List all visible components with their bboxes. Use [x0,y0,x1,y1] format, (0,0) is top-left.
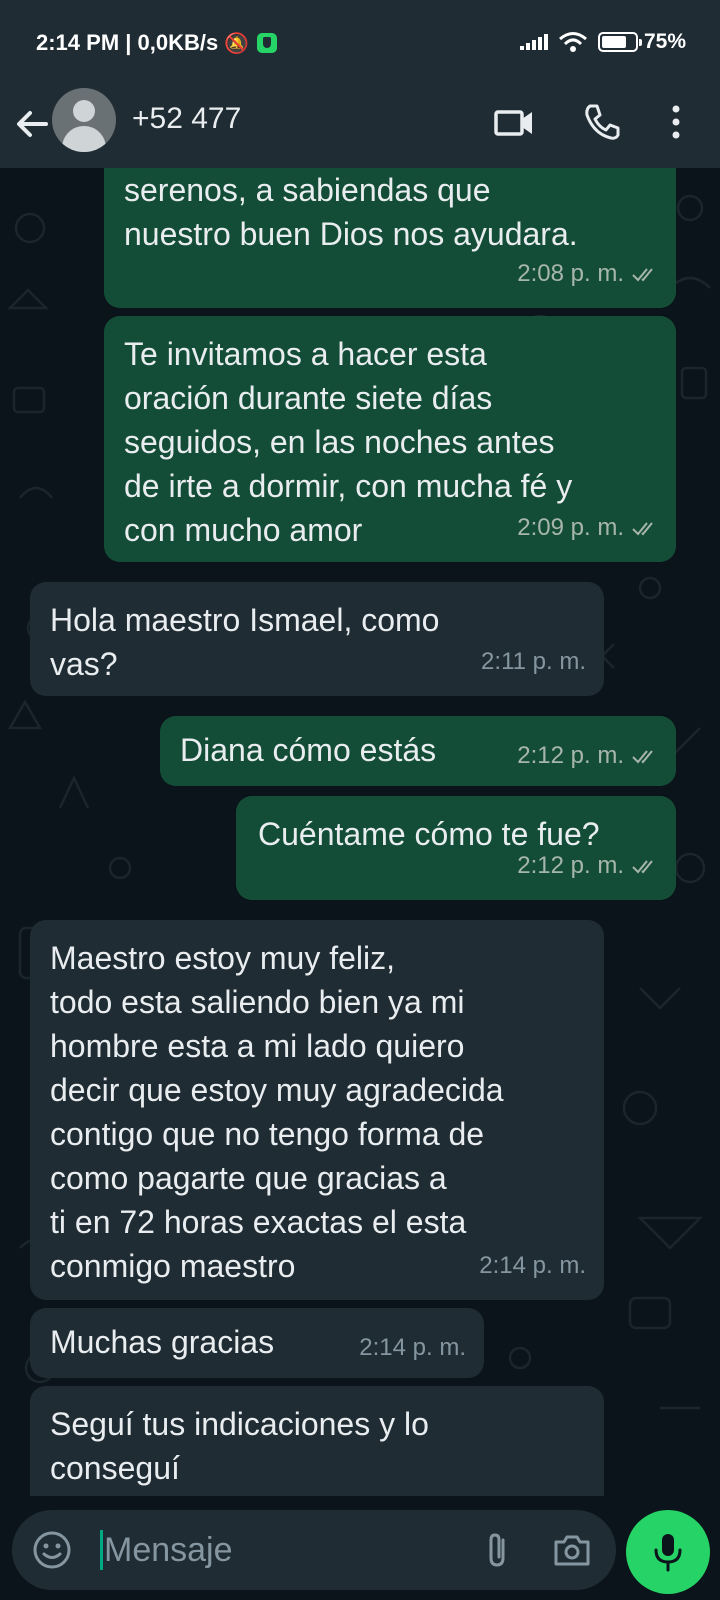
message-time: 2:11 p. m. [481,648,586,675]
message-time: 2:14 p. m. [359,1334,466,1361]
avatar[interactable] [52,88,116,152]
message-time: 2:12 p. m. [517,852,624,879]
message-bubble-outgoing[interactable]: Cuéntame cómo te fue? 2:12 p. m. [236,796,676,900]
shield-icon [257,33,278,53]
status-bar: 2:14 PM | 0,0KB/s 🔕 75% [0,0,720,88]
message-meta: 2:08 p. m. [517,252,658,296]
double-check-icon [632,860,653,874]
phone-icon[interactable] [578,98,626,146]
status-time: 2:14 PM | 0,0KB/s [36,30,219,55]
contact-name[interactable]: +52 477 [132,102,241,136]
mic-icon [654,1534,682,1572]
double-check-icon [632,750,653,764]
emoji-icon[interactable] [30,1528,74,1572]
message-bubble-outgoing[interactable]: Diana cómo estás 2:12 p. m. [160,716,676,786]
message-meta: 2:12 p. m. [517,734,658,778]
message-bubble-incoming[interactable]: Hola maestro Ismael, como vas? 2:11 p. m… [30,582,604,696]
message-bubble-outgoing[interactable]: serenos, a sabiendas que nuestro buen Di… [104,168,676,308]
battery-percent: 75% [643,30,686,53]
message-time: 2:12 p. m. [517,742,624,769]
more-options-icon[interactable] [652,98,700,146]
message-bubble-incoming[interactable]: Maestro estoy muy feliz, todo esta salie… [30,920,604,1300]
status-right: 75% [519,30,686,54]
message-meta: 2:12 p. m. [517,844,658,888]
message-bubble-incoming[interactable]: Seguí tus indicaciones y lo conseguí [30,1386,604,1496]
message-text: Seguí tus indicaciones y lo conseguí [50,1406,429,1486]
video-call-icon[interactable] [490,98,538,146]
chat-area[interactable]: serenos, a sabiendas que nuestro buen Di… [0,168,720,1496]
double-check-icon [632,268,653,282]
status-left: 2:14 PM | 0,0KB/s 🔕 [36,30,278,56]
attach-icon[interactable] [476,1528,520,1572]
voice-message-button[interactable] [626,1510,710,1594]
message-time: 2:08 p. m. [517,260,624,287]
text-cursor [100,1530,103,1570]
message-text: Maestro estoy muy feliz, todo esta salie… [50,940,504,1284]
message-time: 2:09 p. m. [517,514,624,541]
message-meta: 2:14 p. m. [359,1326,466,1370]
message-meta: 2:14 p. m. [479,1244,586,1288]
camera-icon[interactable] [548,1528,596,1572]
back-arrow-icon[interactable] [10,102,54,146]
message-input[interactable] [104,1524,464,1576]
double-check-icon [632,522,653,536]
message-meta: 2:11 p. m. [481,640,586,684]
message-meta: 2:09 p. m. [517,506,658,550]
battery-icon [597,32,642,52]
muted-bell-icon: 🔕 [224,32,250,55]
chat-header: +52 477 [0,88,720,168]
message-bubble-outgoing[interactable]: Te invitamos a hacer esta oración durant… [104,316,676,562]
wifi-icon [559,32,587,52]
signal-icon [519,34,548,50]
message-composer[interactable] [12,1510,616,1590]
message-bubble-incoming[interactable]: Muchas gracias 2:14 p. m. [30,1308,484,1378]
message-time: 2:14 p. m. [479,1252,586,1279]
composer-bar [0,1496,720,1600]
message-text: serenos, a sabiendas que nuestro buen Di… [124,172,578,252]
